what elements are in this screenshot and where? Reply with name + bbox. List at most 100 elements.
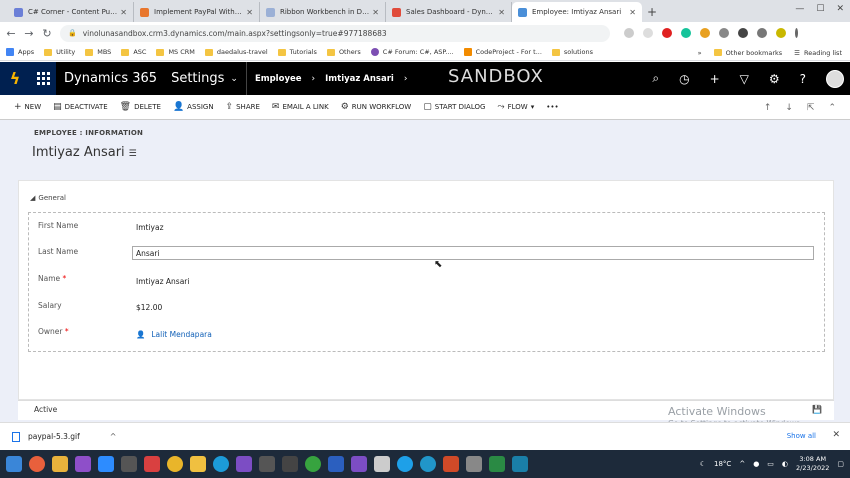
browser-tab-active[interactable]: Employee: Imtiyaz Ansari ✕ (512, 2, 642, 22)
close-icon[interactable]: ✕ (498, 8, 505, 17)
start-dialog-button[interactable]: ▢ START DIALOG (423, 102, 485, 112)
visual-studio-icon[interactable] (75, 456, 91, 472)
close-icon[interactable]: ✕ (120, 8, 127, 17)
bookmark-folder[interactable]: Utility (44, 48, 75, 56)
clock[interactable]: 3:08 AM 2/23/2022 (796, 455, 829, 473)
bookmark-folder[interactable]: MBS (85, 48, 111, 56)
minimize-icon[interactable]: — (795, 4, 804, 14)
delete-button[interactable]: 🗑 DELETE (120, 102, 161, 112)
app-icon[interactable] (144, 456, 160, 472)
more-commands-button[interactable]: ••• (546, 103, 558, 111)
name-field[interactable]: Imtiyaz Ansari (136, 277, 189, 286)
weather-icon[interactable]: ☾ (700, 460, 706, 468)
run-workflow-button[interactable]: ⚙ RUN WORKFLOW (341, 102, 412, 112)
arrow-up-icon[interactable]: ↑ (764, 103, 772, 113)
chevron-right-icon[interactable]: › (404, 74, 408, 84)
chevron-right-icon[interactable]: » (698, 49, 702, 57)
app-icon[interactable] (52, 456, 68, 472)
owner-link[interactable]: Lalit Mendapara (151, 330, 212, 339)
profile-icon[interactable] (776, 28, 786, 38)
popout-icon[interactable]: ⇱ (807, 103, 815, 113)
salary-field[interactable]: $12.00 (136, 303, 162, 312)
bookmark-link[interactable]: C# Forum: C#, ASP.... (370, 48, 454, 56)
forward-icon[interactable]: → (24, 27, 34, 40)
chevron-up-icon[interactable]: ^ (110, 432, 117, 441)
show-all-button[interactable]: Show all (787, 432, 816, 440)
assign-button[interactable]: 👤 ASSIGN (173, 102, 214, 112)
kebab-menu-icon[interactable] (795, 28, 798, 38)
chrome-icon[interactable] (167, 456, 183, 472)
share-icon[interactable] (624, 28, 634, 38)
breadcrumb-entity[interactable]: Employee (255, 74, 302, 84)
close-icon[interactable]: ✕ (246, 8, 253, 17)
dropper-extension-icon[interactable] (738, 28, 748, 38)
collapse-icon[interactable]: ⌃ (828, 103, 836, 113)
new-button[interactable]: + NEW (14, 102, 41, 112)
grammarly-extension-icon[interactable] (681, 28, 691, 38)
volume-icon[interactable]: ◐ (782, 460, 788, 468)
bookmark-folder[interactable]: solutions (551, 48, 593, 56)
browser-tab[interactable]: Ribbon Workbench in Dyna ✕ (260, 2, 386, 22)
bookmark-folder[interactable]: Tutorials (277, 48, 317, 56)
app-name[interactable]: Dynamics 365 (64, 71, 157, 86)
flow-button[interactable]: ⤳ FLOW ▾ (497, 102, 534, 112)
app-icon[interactable] (512, 456, 528, 472)
other-bookmarks[interactable]: Other bookmarks (713, 49, 782, 57)
window-close-icon[interactable]: ✕ (836, 4, 844, 14)
visual-studio-icon[interactable] (236, 456, 252, 472)
save-icon[interactable]: 💾 (812, 405, 822, 414)
entity-form-label[interactable]: EMPLOYEE : INFORMATION (34, 129, 143, 137)
reload-icon[interactable]: ↻ (42, 27, 52, 40)
waffle-icon[interactable] (30, 62, 56, 95)
first-name-field[interactable]: Imtiyaz (136, 223, 164, 232)
maximize-icon[interactable]: ☐ (816, 4, 824, 14)
bookmark-folder[interactable]: MS CRM (156, 48, 195, 56)
avatar[interactable] (826, 69, 844, 88)
browser-tab[interactable]: C# Corner - Content Publish ✕ (8, 2, 134, 22)
list-menu-icon[interactable]: ☰ (129, 149, 137, 159)
powerpoint-icon[interactable] (443, 456, 459, 472)
extension-icon[interactable] (700, 28, 710, 38)
windows-start-icon[interactable] (6, 456, 22, 472)
deactivate-button[interactable]: ▤ DEACTIVATE (53, 102, 108, 112)
network-icon[interactable]: ▭ (767, 460, 774, 468)
close-icon[interactable]: ✕ (832, 430, 840, 440)
browser-tab[interactable]: Sales Dashboard - Dynamic ✕ (386, 2, 512, 22)
reading-list[interactable]: ☰ Reading list (794, 49, 842, 57)
excel-icon[interactable] (489, 456, 505, 472)
star-icon[interactable] (643, 28, 653, 38)
chevron-down-icon[interactable]: ⌄ (230, 74, 238, 84)
bookmark-folder[interactable]: daedalus-travel (204, 48, 268, 56)
bookmark-folder[interactable]: Others (326, 48, 361, 56)
chevron-up-icon[interactable]: ^ (739, 460, 745, 468)
area-settings[interactable]: Settings (171, 71, 224, 86)
puzzle-icon[interactable] (757, 28, 767, 38)
arrow-down-icon[interactable]: ↓ (785, 103, 793, 113)
add-icon[interactable]: + (710, 72, 720, 86)
bookmark-link[interactable]: CodeProject - For t... (463, 48, 542, 56)
app-icon[interactable] (374, 456, 390, 472)
search-icon[interactable]: ⌕ (652, 71, 659, 86)
weather-temp[interactable]: 18°C (714, 460, 731, 468)
skype-icon[interactable] (397, 456, 413, 472)
word-icon[interactable] (328, 456, 344, 472)
close-icon[interactable]: ✕ (372, 8, 379, 17)
gear-icon[interactable]: ⚙ (769, 72, 780, 86)
email-link-button[interactable]: ✉ EMAIL A LINK (272, 102, 329, 112)
dynamics-logo-icon[interactable]: ϟ (0, 62, 30, 95)
visual-studio-icon[interactable] (351, 456, 367, 472)
share-button[interactable]: ⇪ SHARE (226, 102, 260, 112)
help-icon[interactable]: ? (800, 72, 806, 86)
new-tab-icon[interactable]: + (642, 5, 662, 22)
upwork-icon[interactable] (305, 456, 321, 472)
edge-icon[interactable] (420, 456, 436, 472)
search-icon[interactable] (29, 456, 45, 472)
edge-icon[interactable] (213, 456, 229, 472)
font-extension-icon[interactable] (719, 28, 729, 38)
app-icon[interactable] (466, 456, 482, 472)
opera-extension-icon[interactable] (662, 28, 672, 38)
file-explorer-icon[interactable] (190, 456, 206, 472)
filter-icon[interactable]: ▽ (740, 72, 749, 86)
zoom-icon[interactable] (98, 456, 114, 472)
breadcrumb-record[interactable]: Imtiyaz Ansari (325, 74, 394, 84)
